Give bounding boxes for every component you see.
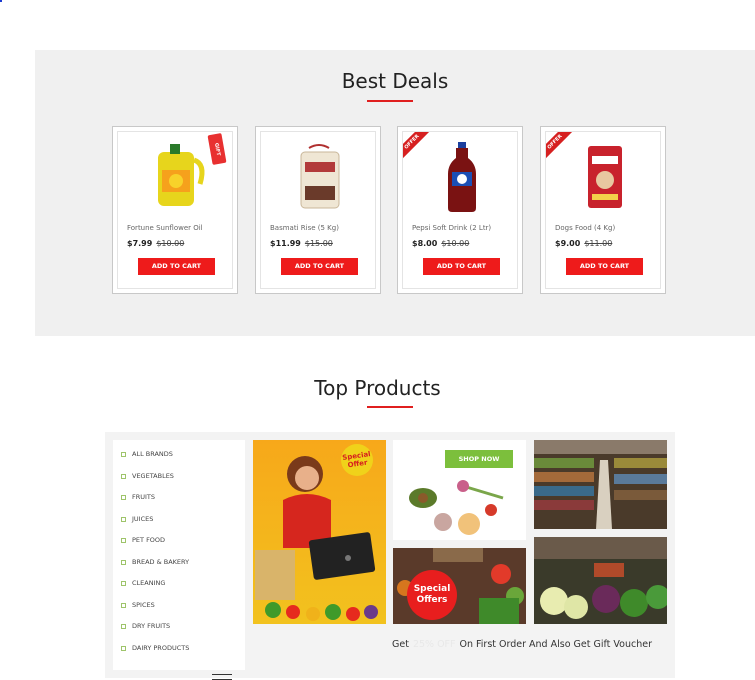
category-label: JUICES [132, 515, 154, 523]
old-price: $10.00 [156, 239, 185, 248]
aisle-image [534, 440, 667, 529]
category-label: DAIRY PRODUCTS [132, 644, 190, 652]
category-label: CLEANING [132, 579, 166, 587]
price: $11.99 [270, 239, 301, 248]
add-to-cart-button[interactable]: ADD TO CART [423, 258, 500, 275]
product-prices: $11.99 $15.00 [270, 239, 333, 248]
category-label: SPICES [132, 601, 155, 609]
bullet-icon [121, 451, 126, 457]
add-to-cart-button[interactable]: ADD TO CART [138, 258, 215, 275]
category-label: ALL BRANDS [132, 450, 173, 458]
category-label: BREAD & BAKERY [132, 558, 190, 566]
best-deals-title: Best Deals [341, 69, 449, 93]
category-item[interactable]: DAIRY PRODUCTS [121, 644, 189, 652]
product-card[interactable]: GIFT Fortune Sunflower Oil $7.99 $10.00 A… [112, 126, 238, 294]
promo-prefix: Get [392, 639, 409, 650]
corner-marker [0, 0, 2, 2]
category-item[interactable]: FRUITS [121, 493, 155, 501]
old-price: $11.00 [584, 239, 613, 248]
category-item[interactable]: PET FOOD [121, 536, 165, 544]
vegetables-tile[interactable] [534, 537, 667, 624]
category-item[interactable]: SPICES [121, 601, 155, 609]
product-prices: $8.00 $10.00 [412, 239, 469, 248]
shopper-with-laptop-image [253, 440, 386, 624]
price: $9.00 [555, 239, 581, 248]
category-item[interactable]: ALL BRANDS [121, 450, 173, 458]
category-label: VEGETABLES [132, 472, 174, 480]
bullet-icon [121, 645, 126, 651]
product-card[interactable]: Basmati Rise (5 Kg) $11.99 $15.00 ADD TO … [255, 126, 381, 294]
bullet-icon [121, 559, 126, 565]
price: $7.99 [127, 239, 153, 248]
special-offers-line1: Special [413, 584, 451, 594]
category-item[interactable]: BREAD & BAKERY [121, 558, 189, 566]
bullet-icon [121, 580, 126, 586]
bullet-icon [121, 623, 126, 629]
category-item[interactable]: DRY FRUITS [121, 622, 170, 630]
category-item[interactable]: VEGETABLES [121, 472, 174, 480]
category-list: ALL BRANDS VEGETABLES FRUITS JUICES PET … [113, 440, 245, 670]
special-offers-line2: Offers [416, 595, 448, 605]
top-products-title: Top Products [314, 376, 441, 400]
best-deals-section: Best Deals GIFT Fortune Sunflower Oil $7… [35, 50, 755, 336]
bullet-icon [121, 537, 126, 543]
product-card[interactable]: OFFER Dogs Food (4 Kg) $9.00 $11.00 ADD T… [540, 126, 666, 294]
category-item[interactable]: JUICES [121, 515, 153, 523]
vegetables-image [534, 537, 667, 624]
old-price: $15.00 [304, 239, 333, 248]
product-name[interactable]: Basmati Rise (5 Kg) [270, 224, 339, 232]
title-underline [367, 100, 413, 102]
product-name[interactable]: Dogs Food (4 Kg) [555, 224, 615, 232]
promo-text: Get 25% OFF On First Order And Also Get Gi… [392, 639, 652, 650]
dog-food-bag-icon [588, 146, 622, 208]
promo-discount: 25% OFF [412, 639, 456, 650]
product-card[interactable]: OFFER Pepsi Soft Drink (2 Ltr) $8.00 $10.… [397, 126, 523, 294]
category-label: FRUITS [132, 493, 156, 501]
special-offer-banner[interactable]: Special Offer [253, 440, 386, 624]
special-offers-badge: Special Offers [407, 570, 457, 620]
shop-now-tile[interactable]: SHOP NOW [393, 440, 526, 540]
category-label: DRY FRUITS [132, 622, 171, 630]
title-underline [367, 406, 413, 408]
bullet-icon [121, 516, 126, 522]
category-item[interactable]: CLEANING [121, 579, 165, 587]
old-price: $10.00 [441, 239, 470, 248]
category-label: PET FOOD [132, 536, 166, 544]
supermarket-aisle-tile[interactable] [534, 440, 667, 529]
promo-suffix: On First Order And Also Get Gift Voucher [459, 639, 652, 650]
add-to-cart-button[interactable]: ADD TO CART [281, 258, 358, 275]
product-name[interactable]: Fortune Sunflower Oil [127, 224, 203, 232]
add-to-cart-button[interactable]: ADD TO CART [566, 258, 643, 275]
bullet-icon [121, 494, 126, 500]
product-prices: $7.99 $10.00 [127, 239, 184, 248]
product-prices: $9.00 $11.00 [555, 239, 612, 248]
soda-bottle-icon [448, 142, 476, 212]
carousel-indicator[interactable] [212, 674, 232, 680]
special-offers-tile[interactable]: Special Offers [393, 548, 526, 624]
shop-now-button[interactable]: SHOP NOW [445, 450, 513, 468]
price: $8.00 [412, 239, 438, 248]
bullet-icon [121, 473, 126, 479]
rice-bag-icon [300, 144, 340, 209]
product-name[interactable]: Pepsi Soft Drink (2 Ltr) [412, 224, 491, 232]
bullet-icon [121, 602, 126, 608]
